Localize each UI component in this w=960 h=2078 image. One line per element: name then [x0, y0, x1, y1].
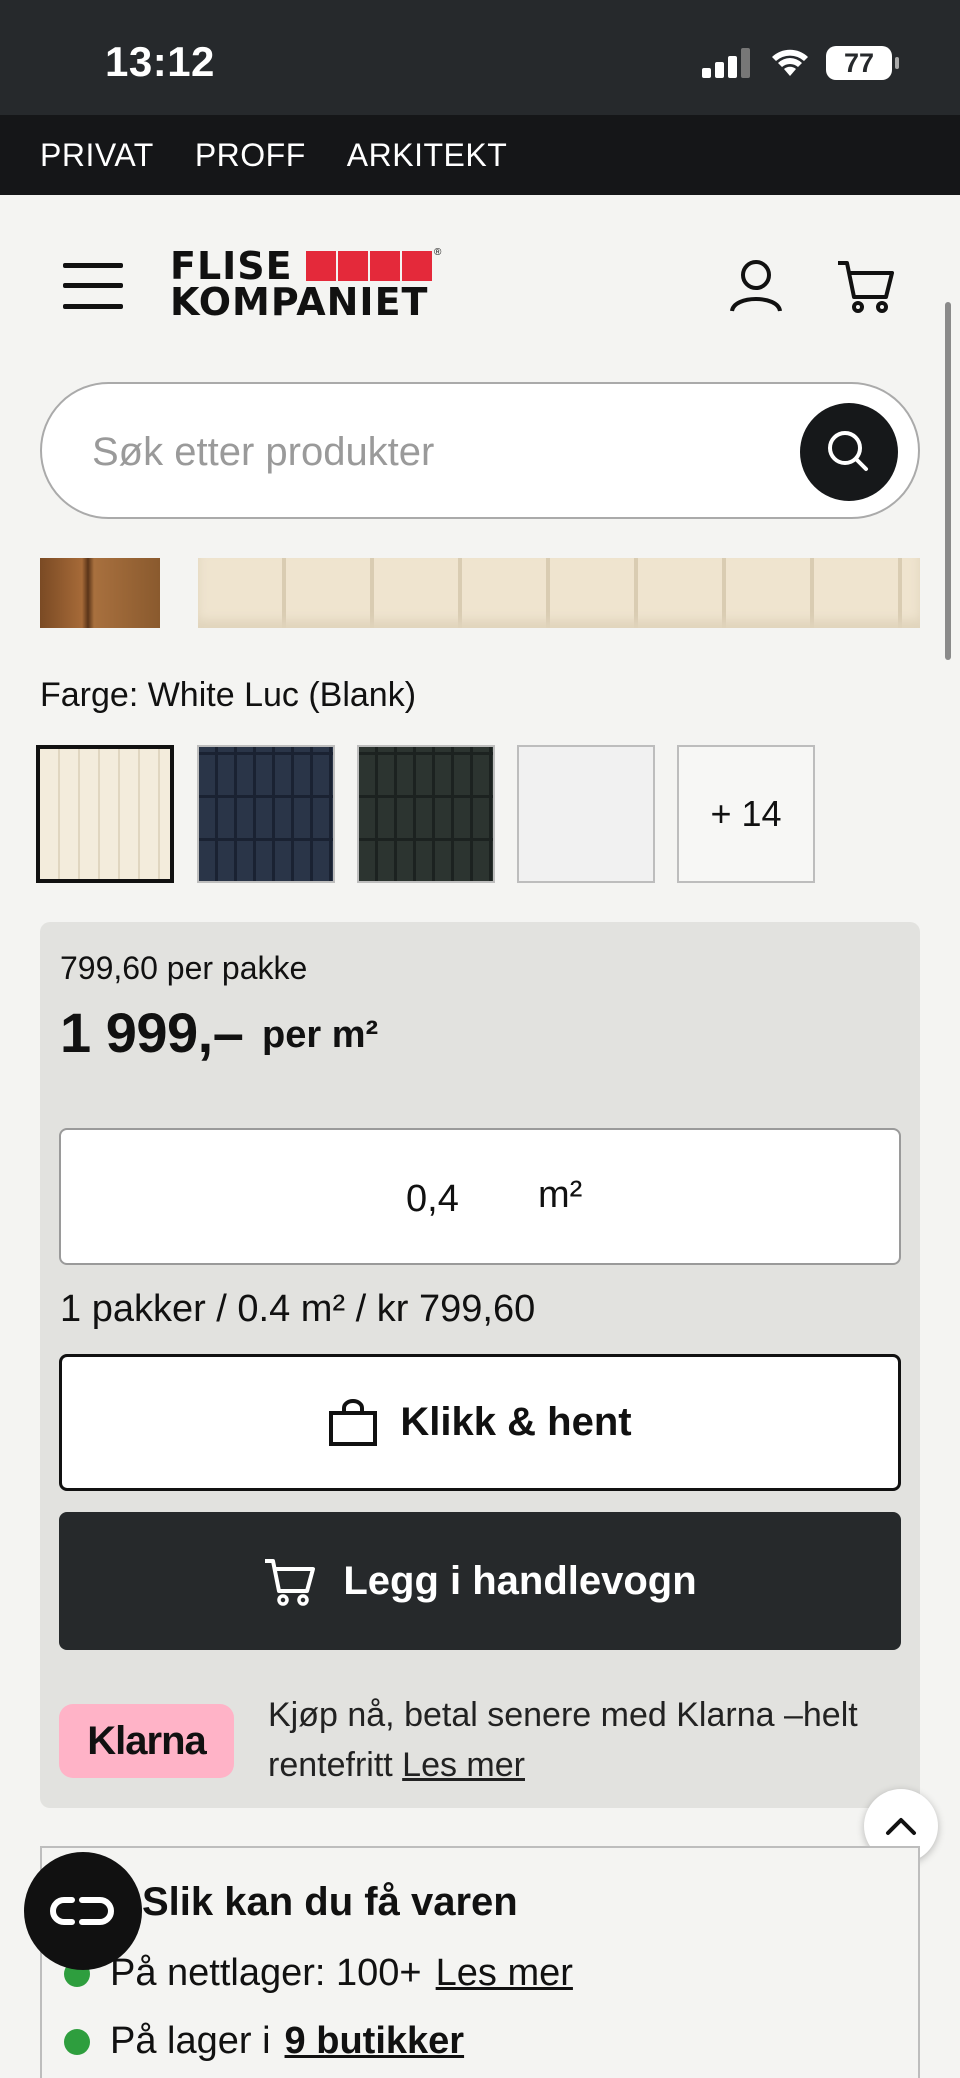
nav-privat[interactable]: PRIVAT [40, 137, 154, 174]
quantity-value: 0,4 [406, 1178, 459, 1220]
in-stock-dot [64, 2028, 90, 2055]
price-unit: per m² [262, 1014, 379, 1056]
availability-title: Slik kan du få varen [142, 1880, 518, 1924]
price-box: 799,60 per pakke 1 999,– per m² 0,4 m² 1… [40, 922, 920, 1808]
search-input[interactable] [92, 424, 772, 480]
store-stock-label: På lager i [110, 2020, 271, 2062]
user-icon[interactable] [728, 257, 784, 313]
product-image-thumb-wood[interactable] [40, 558, 160, 628]
color-swatch-white[interactable] [517, 745, 655, 883]
color-label: Farge: White Luc (Blank) [40, 676, 417, 714]
search-bar [40, 382, 920, 519]
price: 1 999,– [60, 1001, 244, 1064]
cart-icon[interactable] [836, 255, 896, 315]
color-swatch-blue[interactable] [197, 745, 335, 883]
add-to-cart-button[interactable]: Legg i handlevogn [59, 1512, 901, 1650]
online-stock-link[interactable]: Les mer [436, 1952, 573, 1995]
logo-line2: KOMPANIET [170, 280, 429, 324]
quantity-input[interactable]: 0,4 m² [59, 1128, 901, 1265]
product-image-thumb-tile[interactable] [198, 558, 920, 628]
klarna-read-more-link[interactable]: Les mer [402, 1746, 525, 1784]
store-stock-row: På lager i 9 butikker [64, 2020, 464, 2063]
search-icon [828, 431, 868, 471]
store-stock-link[interactable]: 9 butikker [285, 2020, 465, 2063]
logo[interactable]: FLISE ® KOMPANIET [170, 247, 450, 321]
nav-arkitekt[interactable]: ARKITEKT [347, 137, 507, 174]
quantity-unit: m² [538, 1174, 583, 1216]
page-scrollbar[interactable] [945, 302, 951, 660]
cellular-signal-icon [702, 48, 752, 78]
price-per-pack: 799,60 per pakke [60, 950, 308, 986]
klarna-logo: Klarna [59, 1704, 234, 1778]
menu-icon[interactable] [63, 263, 123, 309]
click-and-collect-label: Klikk & hent [400, 1400, 632, 1444]
wifi-icon [772, 49, 808, 76]
site-header: FLISE ® KOMPANIET [0, 195, 960, 375]
status-bar: 13:12 77 [0, 0, 960, 115]
segment-nav: PRIVAT PROFF ARKITEKT [0, 115, 960, 195]
add-to-cart-label: Legg i handlevogn [343, 1558, 697, 1603]
cart-icon [265, 1559, 316, 1606]
nav-proff[interactable]: PROFF [195, 137, 306, 174]
shopping-bag-icon [329, 1398, 378, 1446]
klarna-info: Kjøp nå, betal senere med Klarna –helt r… [268, 1690, 908, 1790]
color-swatch-green[interactable] [357, 745, 495, 883]
chat-icon [50, 1897, 114, 1925]
pack-summary: 1 pakker / 0.4 m² / kr 799,60 [60, 1288, 536, 1330]
color-swatch-white-luc[interactable] [36, 745, 174, 883]
chat-button[interactable] [24, 1852, 142, 1970]
klarna-text: Kjøp nå, betal senere med Klarna –helt r… [268, 1696, 858, 1784]
status-time: 13:12 [105, 38, 215, 85]
search-button[interactable] [800, 403, 898, 501]
availability-box: Slik kan du få varen På nettlager: 100+ … [40, 1846, 920, 2078]
online-stock-label: På nettlager: 100+ [110, 1952, 422, 1994]
click-and-collect-button[interactable]: Klikk & hent [59, 1354, 901, 1491]
more-colors-button[interactable]: + 14 [677, 745, 815, 883]
battery-icon: 77 [826, 46, 899, 80]
